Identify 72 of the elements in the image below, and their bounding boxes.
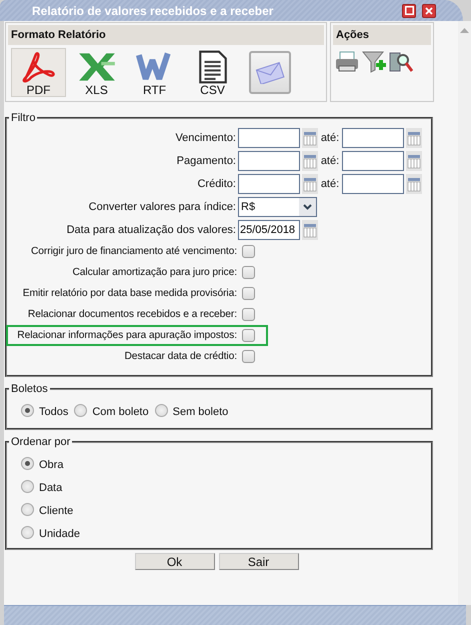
checkbox-label: Corrigir juro de financiamento até vencimento: bbox=[30, 246, 238, 257]
radio-label: Com boleto bbox=[92, 405, 149, 418]
radio-label: Todos bbox=[39, 405, 68, 418]
field-label: Converter valores para índice: bbox=[88, 200, 237, 212]
date-field[interactable]: 25/05/2018 bbox=[238, 220, 300, 240]
panel-title: Ações bbox=[333, 25, 431, 45]
printer-icon bbox=[335, 50, 359, 73]
checkbox[interactable] bbox=[242, 287, 255, 300]
action-button[interactable]: Sair bbox=[218, 553, 298, 570]
group-legend: Filtro bbox=[9, 112, 38, 124]
checkbox-label: Destacar data de crédtio: bbox=[123, 351, 238, 362]
email-button[interactable] bbox=[249, 51, 291, 94]
index-select[interactable]: R$ bbox=[238, 196, 317, 216]
calendar-icon[interactable] bbox=[302, 128, 318, 148]
calendar-icon[interactable] bbox=[302, 150, 318, 170]
chevron-down-icon bbox=[303, 204, 312, 210]
field-label: Vencimento: bbox=[174, 132, 237, 144]
group-legend: Boletos bbox=[9, 383, 50, 395]
checkbox-label: Calcular amortização para juro price: bbox=[71, 267, 238, 278]
panel-title: Formato Relatório bbox=[8, 25, 324, 45]
checkbox-label: Relacionar documentos recebidos e a receber: bbox=[26, 309, 238, 320]
radio-label: Cliente bbox=[39, 504, 74, 517]
checkbox[interactable] bbox=[242, 308, 255, 321]
radio-button[interactable] bbox=[21, 404, 34, 417]
checkbox[interactable] bbox=[242, 266, 255, 279]
radio-button[interactable] bbox=[21, 503, 34, 516]
radio-button[interactable] bbox=[74, 404, 88, 417]
date-field[interactable] bbox=[238, 174, 300, 194]
date-field[interactable] bbox=[342, 150, 404, 170]
format-button[interactable]: CSV bbox=[185, 48, 240, 97]
scroll-up-icon bbox=[460, 28, 469, 33]
funnel-plus-icon bbox=[362, 50, 386, 73]
close-button[interactable] bbox=[422, 4, 436, 18]
radio-button[interactable] bbox=[154, 404, 168, 417]
field-label: Crédito: bbox=[196, 178, 237, 190]
date-field[interactable] bbox=[342, 174, 404, 194]
field-label: até: bbox=[320, 132, 340, 144]
maximize-icon bbox=[404, 6, 414, 15]
format-button[interactable]: RTF bbox=[127, 48, 182, 97]
date-field[interactable] bbox=[238, 128, 300, 148]
format-button[interactable]: XLS bbox=[69, 48, 124, 97]
radio-button[interactable] bbox=[21, 480, 34, 493]
radio-button[interactable] bbox=[21, 457, 34, 470]
date-field[interactable] bbox=[238, 150, 300, 170]
format-button[interactable]: PDF bbox=[11, 48, 66, 97]
checkbox[interactable] bbox=[242, 350, 255, 363]
field-label: até: bbox=[320, 154, 340, 166]
close-icon bbox=[425, 6, 433, 14]
calendar-icon[interactable] bbox=[406, 150, 422, 170]
radio-label: Obra bbox=[39, 458, 64, 471]
calendar-icon[interactable] bbox=[406, 174, 422, 194]
field-label: até: bbox=[320, 178, 340, 190]
calendar-icon[interactable] bbox=[302, 174, 318, 194]
calendar-icon[interactable] bbox=[406, 128, 422, 148]
calendar-icon[interactable] bbox=[302, 220, 318, 240]
radio-label: Data bbox=[39, 481, 62, 494]
group-legend: Ordenar por bbox=[9, 436, 72, 448]
scrollbar[interactable] bbox=[458, 21, 471, 605]
radio-button[interactable] bbox=[21, 526, 34, 539]
checkbox-label: Relacionar informações para apuração impostos: bbox=[16, 330, 238, 341]
maximize-button[interactable] bbox=[402, 4, 416, 18]
field-label: Data para atualização dos valores: bbox=[66, 224, 237, 236]
action-button[interactable]: Ok bbox=[134, 553, 214, 570]
radio-label: Sem boleto bbox=[172, 405, 228, 418]
checkbox-label: Emitir relatório por data base medida provisória: bbox=[22, 288, 238, 299]
checkbox[interactable] bbox=[242, 329, 255, 342]
magnifier-icon bbox=[389, 50, 413, 73]
window-title: Relatório de valores recebidos e a receber bbox=[32, 4, 274, 18]
radio-label: Unidade bbox=[39, 527, 80, 540]
checkbox[interactable] bbox=[242, 245, 255, 258]
date-field[interactable] bbox=[342, 128, 404, 148]
field-label: Pagamento: bbox=[176, 154, 237, 166]
